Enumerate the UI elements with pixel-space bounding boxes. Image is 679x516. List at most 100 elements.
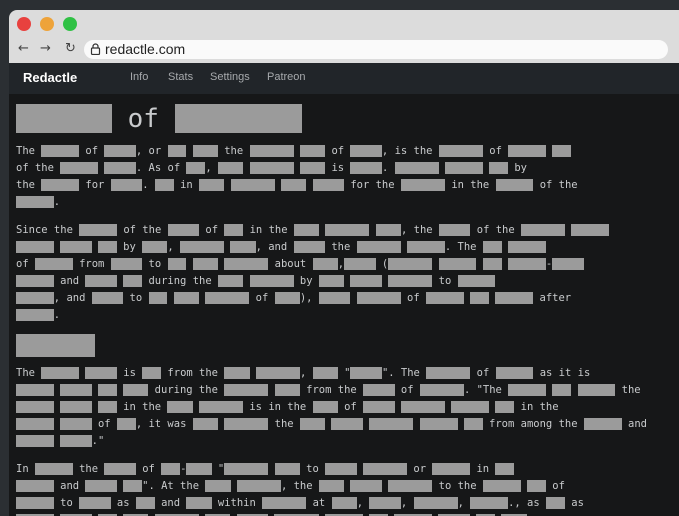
redacted-word[interactable] — [325, 224, 370, 236]
redacted-word[interactable] — [199, 179, 225, 191]
redacted-word[interactable] — [293, 224, 320, 236]
redacted-word[interactable] — [274, 384, 300, 396]
redacted-word[interactable] — [318, 480, 345, 492]
redacted-word[interactable] — [142, 367, 162, 379]
redacted-word[interactable] — [521, 224, 566, 236]
redacted-word[interactable] — [312, 367, 338, 379]
redacted-word[interactable] — [116, 418, 136, 430]
redacted-word[interactable] — [470, 292, 490, 304]
redacted-word[interactable] — [224, 463, 269, 475]
redacted-word[interactable] — [546, 497, 565, 509]
redacted-word[interactable] — [274, 463, 300, 475]
redacted-word[interactable] — [161, 463, 181, 475]
redacted-word[interactable] — [331, 497, 357, 509]
redacted-word[interactable] — [369, 418, 414, 430]
redacted-word[interactable] — [388, 258, 433, 270]
redacted-word[interactable] — [407, 241, 445, 253]
redacted-word[interactable] — [552, 384, 572, 396]
redacted-word[interactable] — [495, 292, 534, 304]
redacted-word[interactable] — [508, 258, 546, 270]
redacted-word[interactable] — [249, 275, 294, 287]
redacted-word[interactable] — [350, 480, 382, 492]
address-bar[interactable]: redactle.com — [84, 40, 668, 59]
redacted-word[interactable] — [280, 179, 307, 191]
redacted-word[interactable] — [527, 480, 546, 492]
redacted-word[interactable] — [16, 309, 54, 321]
redacted-word[interactable] — [110, 179, 143, 191]
redacted-word[interactable] — [350, 162, 382, 174]
redacted-word[interactable] — [419, 418, 458, 430]
brand-logo[interactable]: Redactle — [23, 70, 77, 85]
redacted-word[interactable] — [356, 241, 401, 253]
nav-link-patreon[interactable]: Patreon — [267, 71, 306, 83]
redacted-word[interactable] — [97, 384, 117, 396]
redacted-word[interactable] — [299, 162, 326, 174]
redacted-word[interactable] — [344, 258, 376, 270]
redacted-word[interactable] — [438, 145, 483, 157]
redacted-word[interactable] — [60, 418, 92, 430]
redacted-word[interactable] — [186, 497, 212, 509]
redacted-word[interactable] — [167, 145, 187, 157]
redacted-word[interactable] — [363, 401, 395, 413]
redacted-word[interactable] — [325, 463, 357, 475]
redacted-word[interactable] — [123, 384, 149, 396]
redacted-word[interactable] — [198, 401, 244, 413]
redacted-word[interactable] — [104, 463, 136, 475]
redacted-word[interactable] — [375, 224, 401, 236]
redacted-word[interactable] — [419, 384, 464, 396]
redacted-word[interactable] — [388, 480, 433, 492]
redacted-word[interactable] — [293, 241, 326, 253]
redacted-word[interactable] — [230, 179, 275, 191]
redacted-word[interactable] — [60, 401, 92, 413]
redacted-word[interactable] — [363, 384, 395, 396]
redacted-word[interactable] — [470, 497, 509, 509]
redacted-word[interactable] — [552, 258, 584, 270]
redacted-word[interactable] — [508, 145, 547, 157]
redacted-word[interactable] — [192, 145, 218, 157]
redacted-word[interactable] — [205, 292, 250, 304]
close-window-button[interactable] — [17, 17, 31, 31]
redacted-word[interactable] — [192, 418, 218, 430]
redacted-word[interactable] — [192, 258, 218, 270]
redacted-word[interactable] — [79, 224, 118, 236]
redacted-word[interactable] — [60, 435, 92, 447]
redacted-word[interactable] — [350, 145, 382, 157]
redacted-word[interactable] — [394, 162, 439, 174]
redacted-word[interactable] — [438, 224, 471, 236]
redacted-word[interactable] — [167, 258, 187, 270]
redacted-word[interactable] — [97, 401, 117, 413]
redacted-word[interactable] — [79, 497, 111, 509]
redacted-word[interactable] — [167, 401, 193, 413]
redacted-word[interactable] — [16, 401, 54, 413]
section-heading-redacted[interactable] — [16, 334, 95, 357]
redacted-word[interactable] — [218, 162, 244, 174]
redacted-word[interactable] — [495, 367, 534, 379]
redacted-word[interactable] — [186, 162, 206, 174]
redacted-word[interactable] — [16, 104, 112, 133]
redacted-word[interactable] — [400, 401, 445, 413]
redacted-word[interactable] — [85, 275, 117, 287]
redacted-word[interactable] — [312, 179, 344, 191]
redacted-word[interactable] — [318, 292, 351, 304]
nav-link-stats[interactable]: Stats — [168, 71, 193, 83]
redacted-word[interactable] — [508, 384, 546, 396]
minimize-window-button[interactable] — [40, 17, 54, 31]
redacted-word[interactable] — [16, 275, 54, 287]
redacted-word[interactable] — [350, 275, 382, 287]
redacted-word[interactable] — [426, 367, 471, 379]
redacted-word[interactable] — [16, 196, 54, 208]
redacted-word[interactable] — [274, 292, 300, 304]
redacted-word[interactable] — [318, 275, 345, 287]
maximize-window-button[interactable] — [63, 17, 77, 31]
redacted-word[interactable] — [104, 145, 136, 157]
redacted-word[interactable] — [41, 367, 80, 379]
forward-arrow-icon[interactable]: → — [40, 41, 51, 56]
redacted-word[interactable] — [142, 241, 168, 253]
redacted-word[interactable] — [110, 258, 143, 270]
redacted-word[interactable] — [224, 224, 244, 236]
redacted-word[interactable] — [154, 179, 174, 191]
redacted-word[interactable] — [482, 258, 502, 270]
redacted-word[interactable] — [85, 367, 117, 379]
redacted-word[interactable] — [451, 401, 490, 413]
redacted-word[interactable] — [97, 241, 117, 253]
